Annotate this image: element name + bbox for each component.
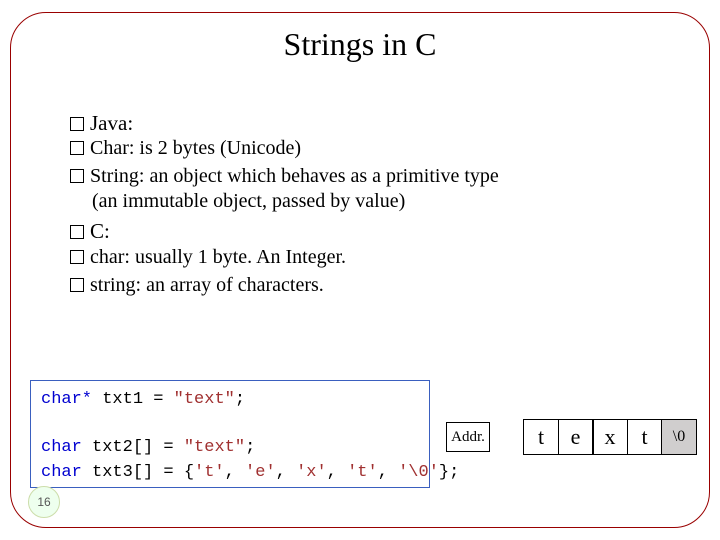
bullet-java-string-text: String: an object which behaves as a pri… (90, 165, 499, 187)
code-kw: char* (41, 390, 92, 409)
bullet-java-char: Char: is 2 bytes (Unicode) (70, 136, 660, 161)
bullet-c-char: char: usually 1 byte. An Integer. (70, 245, 660, 270)
square-bullet-icon (70, 278, 84, 292)
memory-cell: t (523, 419, 559, 455)
code-ident: txt2[] = (82, 438, 184, 457)
bullet-java-char-text: Char: is 2 bytes (Unicode) (90, 137, 301, 159)
bullet-java-string: String: an object which behaves as a pri… (70, 164, 660, 214)
code-char: 'x' (296, 463, 327, 482)
code-line-blank (41, 412, 419, 435)
code-str: "text" (174, 390, 235, 409)
code-close: }; (439, 463, 459, 482)
code-str: "text" (184, 438, 245, 457)
page-number: 16 (28, 486, 60, 518)
code-line-1: char* txt1 = "text"; (41, 387, 419, 412)
slide-title: Strings in C (0, 26, 720, 63)
code-box: char* txt1 = "text"; char txt2[] = "text… (30, 380, 430, 488)
square-bullet-icon (70, 169, 84, 183)
memory-cell: e (558, 419, 594, 455)
square-bullet-icon (70, 117, 84, 131)
code-line-3: char txt2[] = "text"; (41, 435, 419, 460)
square-bullet-icon (70, 225, 84, 239)
code-comma: , (225, 463, 245, 482)
bullet-java-label: Java: (90, 111, 133, 135)
memory-cell: t (627, 419, 663, 455)
square-bullet-icon (70, 141, 84, 155)
code-comma: , (327, 463, 347, 482)
memory-cells: t e x t \0 (523, 419, 696, 455)
code-kw: char (41, 463, 82, 482)
memory-cell-nul: \0 (661, 419, 697, 455)
code-char: 't' (194, 463, 225, 482)
code-kw: char (41, 438, 82, 457)
addr-box: Addr. (446, 422, 490, 452)
bullet-c: C: char: usually 1 byte. An Integer. str… (70, 218, 660, 297)
code-ident: txt1 = (92, 390, 174, 409)
code-char: '\0' (398, 463, 439, 482)
code-comma: , (378, 463, 398, 482)
code-ident: txt3[] = { (82, 463, 194, 482)
bullet-c-char-text: char: usually 1 byte. An Integer. (90, 246, 346, 268)
code-semi: ; (235, 390, 245, 409)
memory-cell: x (592, 419, 628, 455)
code-semi: ; (245, 438, 255, 457)
code-char: 'e' (245, 463, 276, 482)
bullet-java-string-cont: (an immutable object, passed by value) (92, 189, 660, 214)
bullet-java: Java: Char: is 2 bytes (Unicode) String:… (70, 110, 660, 214)
bullet-c-string-text: string: an array of characters. (90, 274, 324, 296)
bullet-content: Java: Char: is 2 bytes (Unicode) String:… (70, 110, 660, 302)
bullet-c-string: string: an array of characters. (70, 273, 660, 298)
code-line-4: char txt3[] = {'t', 'e', 'x', 't', '\0'}… (41, 460, 419, 485)
bullet-c-label: C: (90, 219, 110, 243)
code-comma: , (276, 463, 296, 482)
slide: Strings in C Java: Char: is 2 bytes (Uni… (0, 0, 720, 540)
code-char: 't' (347, 463, 378, 482)
square-bullet-icon (70, 250, 84, 264)
